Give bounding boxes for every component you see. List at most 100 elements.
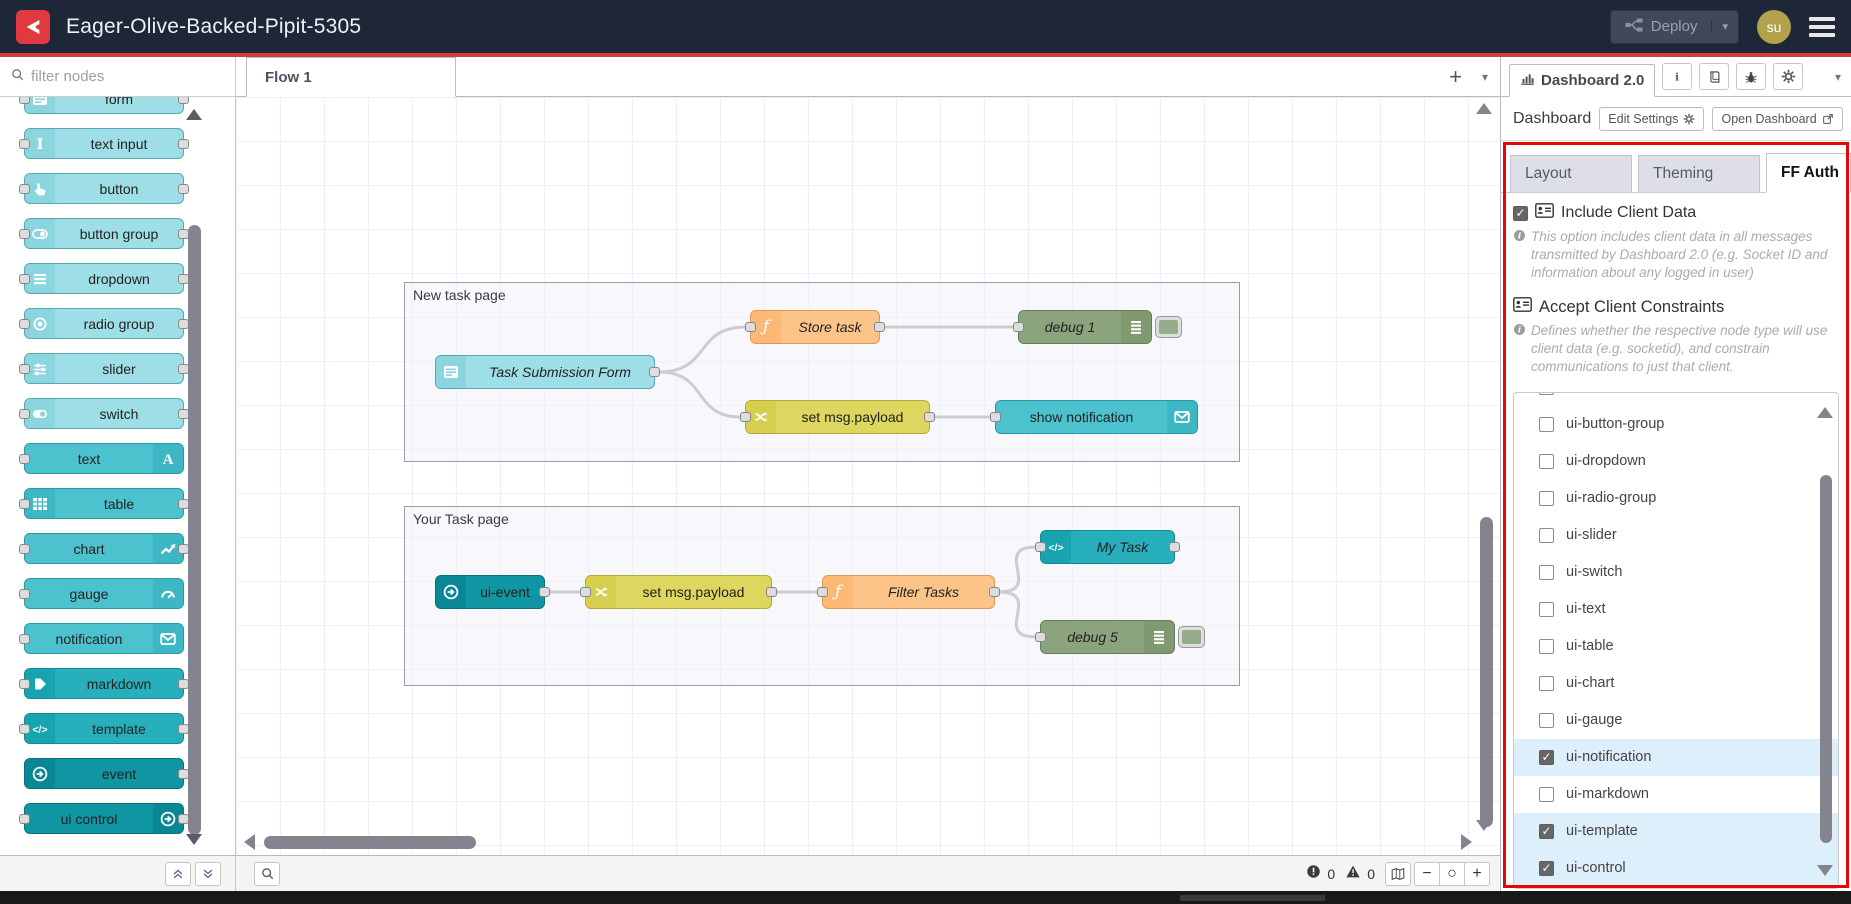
palette-node-dropdown[interactable]: dropdown [24, 263, 184, 294]
tab-dashboard-2[interactable]: Dashboard 2.0 [1509, 64, 1655, 97]
output-port[interactable] [874, 322, 885, 332]
ui-slider-checkbox[interactable] [1539, 528, 1554, 543]
input-port[interactable] [19, 679, 30, 689]
ui-radio-group-checkbox[interactable] [1539, 491, 1554, 506]
palette-node-slider[interactable]: slider [24, 353, 184, 384]
canvas-scroll-left-icon[interactable] [244, 834, 255, 850]
flow-node-set2[interactable]: set msg.payload [585, 575, 772, 609]
help-tab-button[interactable] [1699, 63, 1729, 90]
palette-node-text-input[interactable]: Itext input [24, 128, 184, 159]
tab-ff-auth[interactable]: FF Auth [1766, 153, 1851, 193]
palette-search-input[interactable] [31, 68, 201, 85]
ui-button-checkbox[interactable] [1539, 392, 1554, 395]
flow-list-caret[interactable]: ▾ [1482, 70, 1488, 84]
main-menu-icon[interactable] [1809, 17, 1835, 37]
input-port[interactable] [19, 454, 30, 464]
deploy-options-caret[interactable]: ▾ [1711, 20, 1738, 33]
output-port[interactable] [539, 587, 550, 597]
input-port[interactable] [19, 814, 30, 824]
flow-node-store[interactable]: ƒStore task [750, 310, 880, 344]
avatar[interactable]: su [1757, 10, 1791, 44]
palette-node-radio-group[interactable]: radio group [24, 308, 184, 339]
palette-node-button-group[interactable]: button group [24, 218, 184, 249]
canvas-horizontal-scrollbar[interactable] [264, 836, 476, 849]
palette-node-gauge[interactable]: gauge [24, 578, 184, 609]
flow-node-tsf[interactable]: Task Submission Form [435, 355, 655, 389]
ui-dropdown-checkbox[interactable] [1539, 454, 1554, 469]
input-port[interactable] [19, 319, 30, 329]
ui-chart-checkbox[interactable] [1539, 676, 1554, 691]
output-port[interactable] [924, 412, 935, 422]
sidebar-options-caret[interactable]: ▾ [1835, 70, 1841, 84]
zoom-search-button[interactable] [254, 862, 280, 886]
debug-toggle-button[interactable] [1178, 626, 1205, 648]
input-port[interactable] [1013, 322, 1024, 332]
open-dashboard-button[interactable]: Open Dashboard [1712, 107, 1842, 131]
output-port[interactable] [1169, 542, 1180, 552]
ui-switch-checkbox[interactable] [1539, 565, 1554, 580]
palette-node-chart[interactable]: chart [24, 533, 184, 564]
output-port[interactable] [178, 139, 189, 149]
input-port[interactable] [19, 229, 30, 239]
input-port[interactable] [1035, 542, 1046, 552]
input-port[interactable] [19, 274, 30, 284]
palette-node-button[interactable]: button [24, 173, 184, 204]
flow-node-dbg1[interactable]: debug 1 [1018, 310, 1152, 344]
palette-scrollbar[interactable] [188, 225, 201, 835]
ui-template-checkbox[interactable]: ✓ [1539, 824, 1554, 839]
minimap-button[interactable] [1385, 862, 1411, 886]
input-port[interactable] [19, 139, 30, 149]
input-port[interactable] [19, 544, 30, 554]
palette-scroll-up-icon[interactable] [186, 109, 202, 120]
input-port[interactable] [740, 412, 751, 422]
palette-scroll-down-icon[interactable] [186, 834, 202, 845]
output-port[interactable] [989, 587, 1000, 597]
ui-button-group-checkbox[interactable] [1539, 417, 1554, 432]
input-port[interactable] [745, 322, 756, 332]
flow-node-mytask[interactable]: </>My Task [1040, 530, 1175, 564]
canvas-scroll-up-icon[interactable] [1476, 103, 1492, 114]
input-port[interactable] [1035, 632, 1046, 642]
list-scroll-down-icon[interactable] [1817, 865, 1833, 876]
ui-notification-checkbox[interactable]: ✓ [1539, 750, 1554, 765]
palette-node-form[interactable]: form [24, 97, 184, 114]
list-scroll-up-icon[interactable] [1817, 407, 1833, 418]
flow-node-set1[interactable]: set msg.payload [745, 400, 930, 434]
flow-canvas[interactable]: New task pageYour Task pageTask Submissi… [236, 97, 1500, 855]
list-scrollbar[interactable] [1820, 475, 1832, 843]
input-port[interactable] [19, 499, 30, 509]
palette-node-event[interactable]: event [24, 758, 184, 789]
palette-node-text[interactable]: Atext [24, 443, 184, 474]
ui-text-checkbox[interactable] [1539, 602, 1554, 617]
input-port[interactable] [580, 587, 591, 597]
output-port[interactable] [766, 587, 777, 597]
input-port[interactable] [19, 97, 30, 104]
input-port[interactable] [19, 634, 30, 644]
palette-node-markdown[interactable]: markdown [24, 668, 184, 699]
zoom-reset-button[interactable]: ○ [1439, 862, 1465, 886]
settings-tab-button[interactable] [1773, 63, 1803, 90]
palette-node-notification[interactable]: notification [24, 623, 184, 654]
ui-gauge-checkbox[interactable] [1539, 713, 1554, 728]
palette-node-template[interactable]: </>template [24, 713, 184, 744]
flow-node-filter[interactable]: ƒFilter Tasks [822, 575, 995, 609]
include-client-data-checkbox[interactable]: ✓ [1513, 206, 1528, 221]
palette-node-ui-control[interactable]: ui control [24, 803, 184, 834]
tab-layout[interactable]: Layout [1510, 155, 1632, 192]
input-port[interactable] [990, 412, 1001, 422]
ui-markdown-checkbox[interactable] [1539, 787, 1554, 802]
flow-node-uievent[interactable]: ui-event [435, 575, 545, 609]
input-port[interactable] [19, 589, 30, 599]
input-port[interactable] [19, 724, 30, 734]
zoom-in-button[interactable]: + [1464, 862, 1490, 886]
ui-table-checkbox[interactable] [1539, 639, 1554, 654]
ui-control-checkbox[interactable]: ✓ [1539, 861, 1554, 876]
input-port[interactable] [19, 184, 30, 194]
palette-node-table[interactable]: table [24, 488, 184, 519]
expand-all-button[interactable] [195, 862, 221, 886]
tab-flow-1[interactable]: Flow 1 [246, 57, 456, 97]
deploy-button[interactable]: Deploy ▾ [1610, 10, 1739, 44]
flow-node-dbg5[interactable]: debug 5 [1040, 620, 1175, 654]
add-flow-button[interactable]: + [1449, 66, 1462, 88]
palette-node-switch[interactable]: switch [24, 398, 184, 429]
